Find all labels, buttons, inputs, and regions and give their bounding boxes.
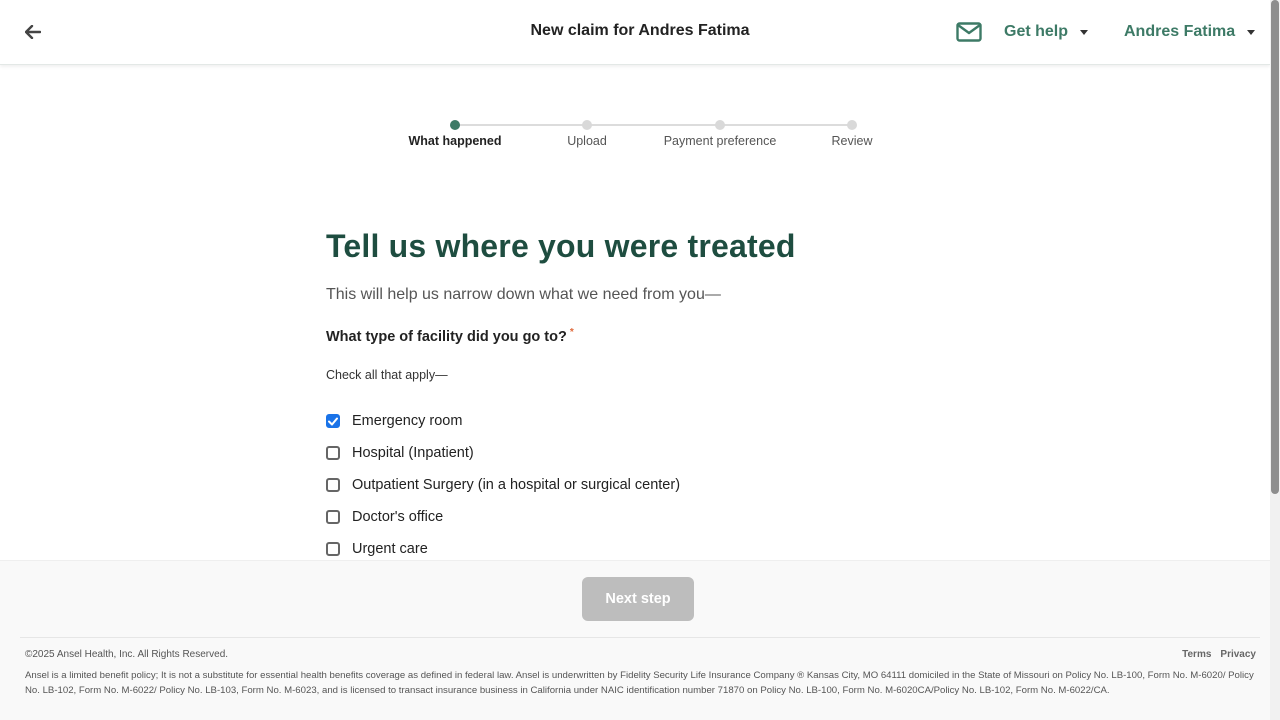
step-dot [582, 120, 592, 130]
legal-disclaimer: Ansel is a limited benefit policy; It is… [25, 670, 1254, 696]
option-label: Outpatient Surgery (in a hospital or sur… [352, 477, 681, 493]
step-what-happened: What happened [390, 118, 520, 148]
step-dot [847, 120, 857, 130]
checkmark-icon [328, 417, 338, 425]
option-outpatient-surgery[interactable]: Outpatient Surgery (in a hospital or sur… [326, 469, 680, 501]
next-step-button[interactable]: Next step [582, 577, 694, 621]
get-help-menu[interactable]: Get help [956, 18, 1089, 46]
required-marker: * [569, 327, 574, 338]
question-text: What type of facility did you go to? [326, 328, 567, 345]
checkbox[interactable] [326, 446, 340, 460]
progress-stepper: What happened Upload Payment preference … [390, 118, 920, 158]
privacy-link[interactable]: Privacy [1220, 649, 1256, 660]
scrollbar-thumb[interactable] [1271, 0, 1279, 494]
step-payment-preference: Payment preference [655, 118, 785, 148]
envelope-icon [956, 22, 982, 42]
step-dot [450, 120, 460, 130]
user-name: Andres Fatima [1124, 23, 1236, 40]
facility-question: What type of facility did you go to? * [326, 327, 574, 345]
checkbox[interactable] [326, 510, 340, 524]
option-label: Doctor's office [352, 509, 444, 525]
step-label: What happened [408, 134, 502, 148]
step-label: Review [831, 134, 873, 148]
step-dot [715, 120, 725, 130]
user-menu[interactable]: Andres Fatima [1124, 18, 1256, 46]
chevron-down-icon [1247, 29, 1256, 35]
terms-link[interactable]: Terms [1182, 649, 1211, 660]
step-review: Review [787, 118, 917, 148]
option-label: Emergency room [352, 413, 463, 429]
page-scrollbar[interactable] [1270, 0, 1280, 720]
facility-options: Emergency room Hospital (Inpatient) Outp… [326, 405, 680, 565]
option-hospital-inpatient[interactable]: Hospital (Inpatient) [326, 437, 680, 469]
option-label: Hospital (Inpatient) [352, 445, 474, 461]
get-help-label: Get help [1004, 23, 1069, 40]
top-header: New claim for Andres Fatima Get help And… [0, 0, 1270, 65]
step-label: Upload [567, 134, 607, 148]
chevron-down-icon [1080, 29, 1089, 35]
copyright-text: ©2025 Ansel Health, Inc. All Rights Rese… [25, 649, 229, 660]
form-heading: Tell us where you were treated [326, 228, 796, 264]
checkbox[interactable] [326, 478, 340, 492]
option-emergency-room[interactable]: Emergency room [326, 405, 680, 437]
page-footer: Next step ©2025 Ansel Health, Inc. All R… [0, 560, 1270, 720]
option-doctors-office[interactable]: Doctor's office [326, 501, 680, 533]
step-label: Payment preference [663, 134, 777, 148]
form-subheading: This will help us narrow down what we ne… [326, 286, 721, 303]
step-upload: Upload [522, 118, 652, 148]
check-all-hint: Check all that apply— [326, 368, 448, 382]
footer-divider [20, 637, 1260, 638]
checkbox-checked[interactable] [326, 414, 340, 428]
option-label: Urgent care [352, 541, 428, 557]
checkbox[interactable] [326, 542, 340, 556]
footer-links: Terms Privacy [1182, 649, 1256, 660]
